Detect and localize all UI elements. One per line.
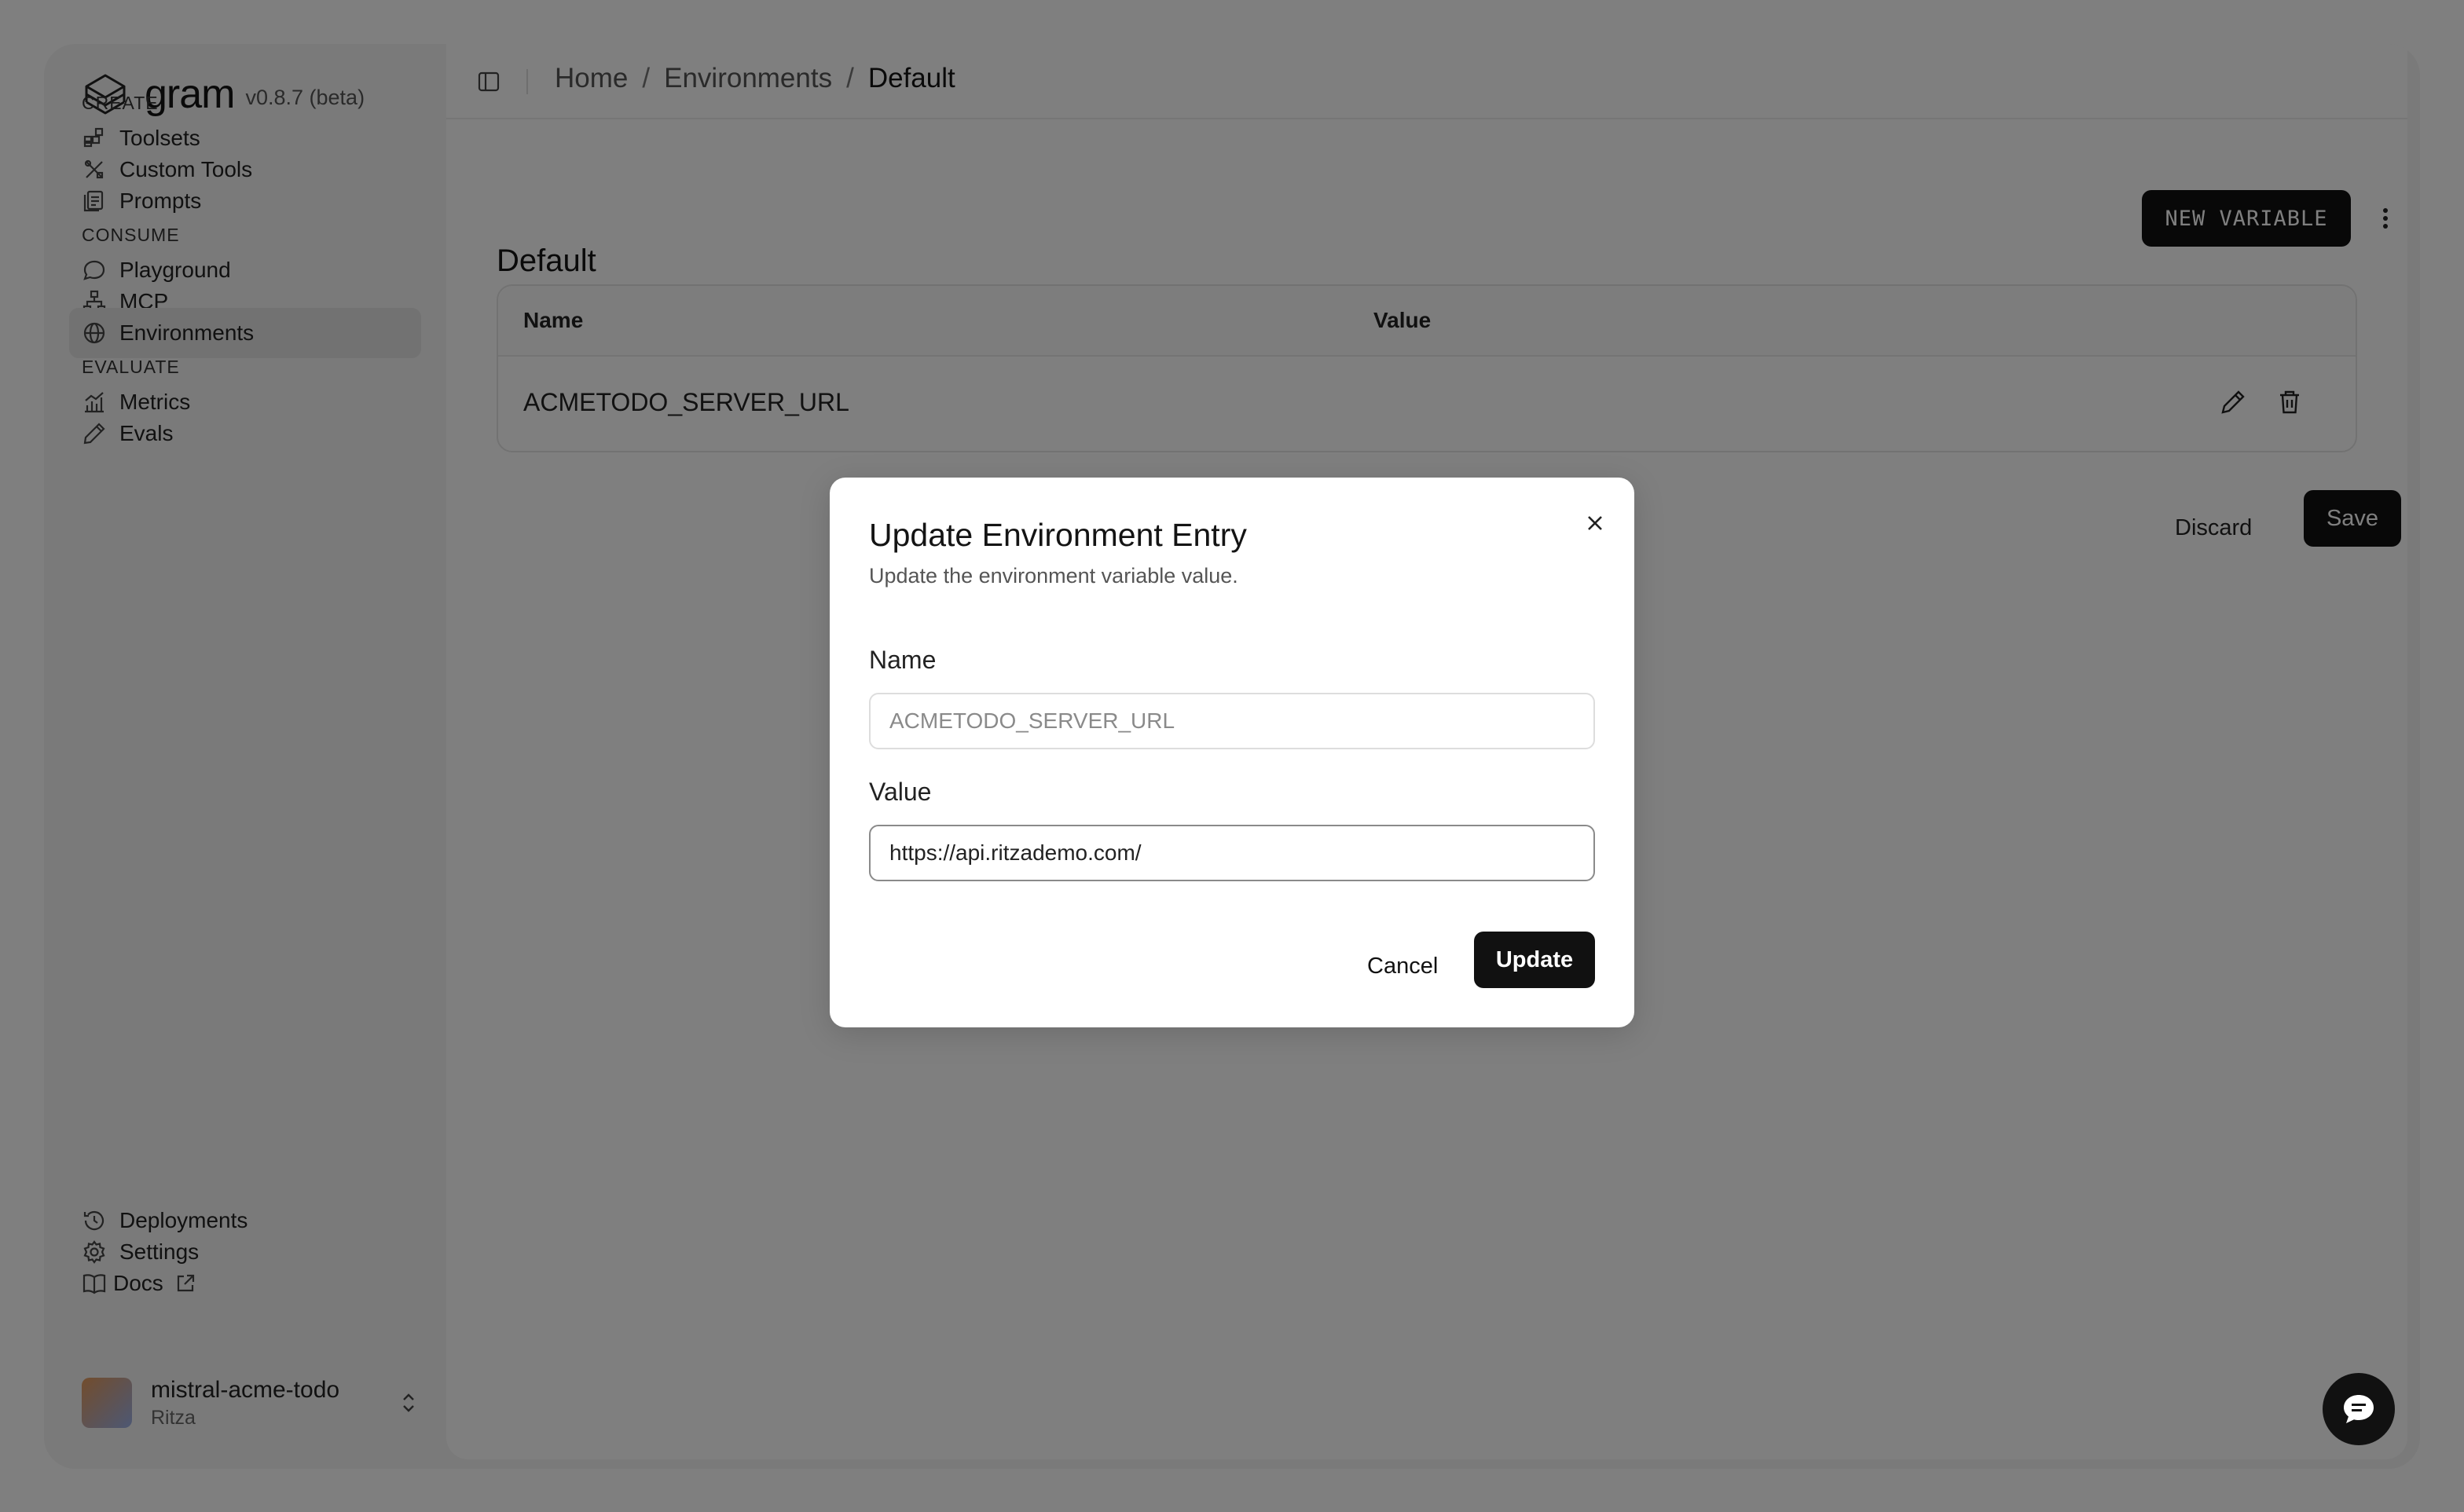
- discard-button[interactable]: Discard: [2175, 500, 2252, 556]
- org-name: mistral-acme-todo: [151, 1376, 340, 1403]
- table-header: Name Value: [498, 286, 2356, 357]
- variables-table: Name Value ACMETODO_SERVER_URL: [497, 284, 2357, 452]
- column-header-value: Value: [1373, 308, 1432, 332]
- page-title: Default: [497, 243, 596, 278]
- value-field[interactable]: [869, 825, 1595, 881]
- edit-pencil-icon[interactable]: [2219, 388, 2247, 416]
- value-field-label: Value: [869, 778, 932, 806]
- external-link-icon: [174, 1272, 196, 1294]
- org-switcher[interactable]: mistral-acme-todo Ritza: [82, 1371, 421, 1434]
- name-field[interactable]: [869, 693, 1595, 749]
- column-header-name: Name: [523, 308, 584, 332]
- update-environment-dialog: Update Environment Entry Update the envi…: [830, 478, 1634, 1027]
- variable-name: ACMETODO_SERVER_URL: [523, 388, 849, 416]
- sidebar-item-label: Evals: [119, 421, 174, 445]
- close-icon[interactable]: [1579, 507, 1611, 539]
- breadcrumb-home[interactable]: Home: [555, 63, 628, 94]
- more-options-icon[interactable]: [2370, 203, 2401, 234]
- breadcrumb-separator: /: [846, 63, 854, 93]
- section-label-create: CREATE: [82, 93, 159, 113]
- breadcrumb-separator: /: [642, 63, 651, 93]
- chevron-up-down-icon: [403, 1393, 414, 1412]
- sidebar-item-environments[interactable]: Environments: [69, 308, 421, 358]
- sidebar: gram v0.8.7 (beta) CREATE Toolsets Custo…: [44, 44, 446, 1469]
- dialog-description: Update the environment variable value.: [869, 564, 1238, 588]
- divider: [526, 69, 528, 94]
- save-button[interactable]: Save: [2304, 490, 2401, 547]
- sidebar-item-prompts[interactable]: Prompts: [69, 176, 421, 226]
- sidebar-item-label: Docs: [113, 1271, 163, 1295]
- section-label-consume: CONSUME: [82, 225, 180, 245]
- org-subtitle: Ritza: [151, 1406, 196, 1429]
- topbar: Home / Environments / Default: [446, 44, 2407, 119]
- sidebar-item-docs[interactable]: Docs: [69, 1258, 421, 1309]
- globe-icon: [82, 320, 107, 346]
- sidebar-item-evals[interactable]: Evals: [69, 408, 421, 459]
- name-field-label: Name: [869, 646, 937, 674]
- prompts-icon: [82, 189, 107, 214]
- sidebar-item-label: Prompts: [119, 189, 202, 213]
- new-variable-button[interactable]: NEW VARIABLE: [2142, 190, 2351, 247]
- sidebar-toggle-icon[interactable]: [476, 69, 501, 94]
- support-chat-button[interactable]: [2323, 1373, 2395, 1445]
- dialog-title: Update Environment Entry: [869, 517, 1247, 553]
- sidebar-item-label: Environments: [119, 320, 255, 345]
- book-icon: [82, 1271, 107, 1296]
- breadcrumb: Home / Environments / Default: [555, 63, 955, 94]
- trash-icon[interactable]: [2275, 388, 2304, 416]
- breadcrumb-current: Default: [867, 63, 955, 93]
- avatar: [82, 1378, 132, 1428]
- breadcrumb-environments[interactable]: Environments: [664, 63, 832, 94]
- brand-version: v0.8.7 (beta): [245, 85, 365, 109]
- cancel-button[interactable]: Cancel: [1367, 938, 1438, 994]
- chat-icon: [2344, 1395, 2374, 1423]
- pencil-icon: [82, 421, 107, 446]
- update-button[interactable]: Update: [1474, 932, 1595, 988]
- section-label-evaluate: EVALUATE: [82, 357, 180, 377]
